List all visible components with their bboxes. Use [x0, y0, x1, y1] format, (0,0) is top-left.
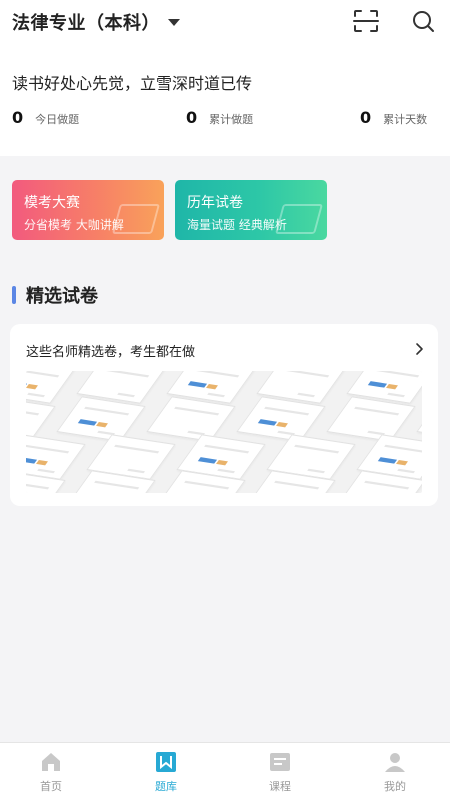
- entry-title: 历年试卷: [187, 195, 243, 211]
- subject-title: 法律专业（本科）: [12, 13, 160, 34]
- paper-sheet: [326, 396, 416, 442]
- tab-course[interactable]: 课程: [235, 743, 325, 800]
- subject-selector[interactable]: 法律专业（本科）: [12, 9, 180, 35]
- stat-total: 0 累计做题: [186, 108, 253, 127]
- paper-sheet: [56, 396, 146, 442]
- featured-papers-card[interactable]: 这些名师精选卷，考生都在做: [10, 324, 438, 506]
- question-bank-icon: [156, 752, 176, 772]
- entry-title: 模考大赛: [24, 195, 80, 211]
- motto-text: 读书好处心先觉，立雪深时道已传: [12, 74, 253, 93]
- tab-label: 首页: [40, 780, 62, 793]
- scan-icon: [353, 10, 379, 32]
- chevron-right-icon: [416, 343, 423, 355]
- card-title: 这些名师精选卷，考生都在做: [26, 345, 196, 360]
- stats-row: 0 今日做题 0 累计做题 0 累计天数: [0, 108, 450, 132]
- paper-sheet: [146, 396, 236, 442]
- search-button[interactable]: [410, 8, 438, 34]
- trophy-decoration-icon: [111, 204, 161, 234]
- mock-exam-entry[interactable]: 模考大赛 分省模考 大咖讲解: [12, 180, 164, 240]
- tab-label: 课程: [269, 780, 291, 793]
- course-icon: [270, 753, 290, 771]
- stat-value: 0: [186, 108, 198, 127]
- section-title: 精选试卷: [26, 286, 98, 307]
- tab-label: 我的: [384, 780, 406, 793]
- stat-today: 0 今日做题: [12, 108, 79, 127]
- header: 法律专业（本科）: [0, 0, 450, 44]
- stat-days: 0 累计天数: [360, 108, 427, 127]
- past-papers-entry[interactable]: 历年试卷 海量试题 经典解析: [175, 180, 327, 240]
- paper-sheet: [26, 434, 86, 480]
- paper-sheet: [416, 396, 422, 442]
- bottom-tabbar: 首页 题库 课程 我的: [0, 742, 450, 800]
- stat-value: 0: [12, 108, 24, 127]
- heading-accent-bar: [12, 286, 16, 304]
- scan-button[interactable]: [352, 8, 380, 34]
- paper-decoration-icon: [274, 204, 324, 234]
- tab-label: 题库: [155, 780, 177, 793]
- caret-down-icon: [168, 18, 180, 26]
- search-icon: [413, 11, 434, 32]
- tab-question-bank[interactable]: 题库: [121, 743, 211, 800]
- paper-sheet: [26, 371, 76, 404]
- tab-home[interactable]: 首页: [6, 743, 96, 800]
- stat-label: 今日做题: [35, 113, 80, 126]
- entry-subtitle: 分省模考 大咖讲解: [24, 218, 124, 232]
- tab-profile[interactable]: 我的: [350, 743, 440, 800]
- stat-label: 累计做题: [209, 113, 254, 126]
- papers-preview-image: [26, 371, 422, 493]
- entry-subtitle: 海量试题 经典解析: [187, 218, 287, 232]
- home-icon: [42, 753, 60, 771]
- section-heading: 精选试卷: [12, 282, 98, 308]
- stat-label: 累计天数: [383, 113, 428, 126]
- stat-value: 0: [360, 108, 372, 127]
- profile-icon: [385, 753, 405, 772]
- paper-sheet: [236, 396, 326, 442]
